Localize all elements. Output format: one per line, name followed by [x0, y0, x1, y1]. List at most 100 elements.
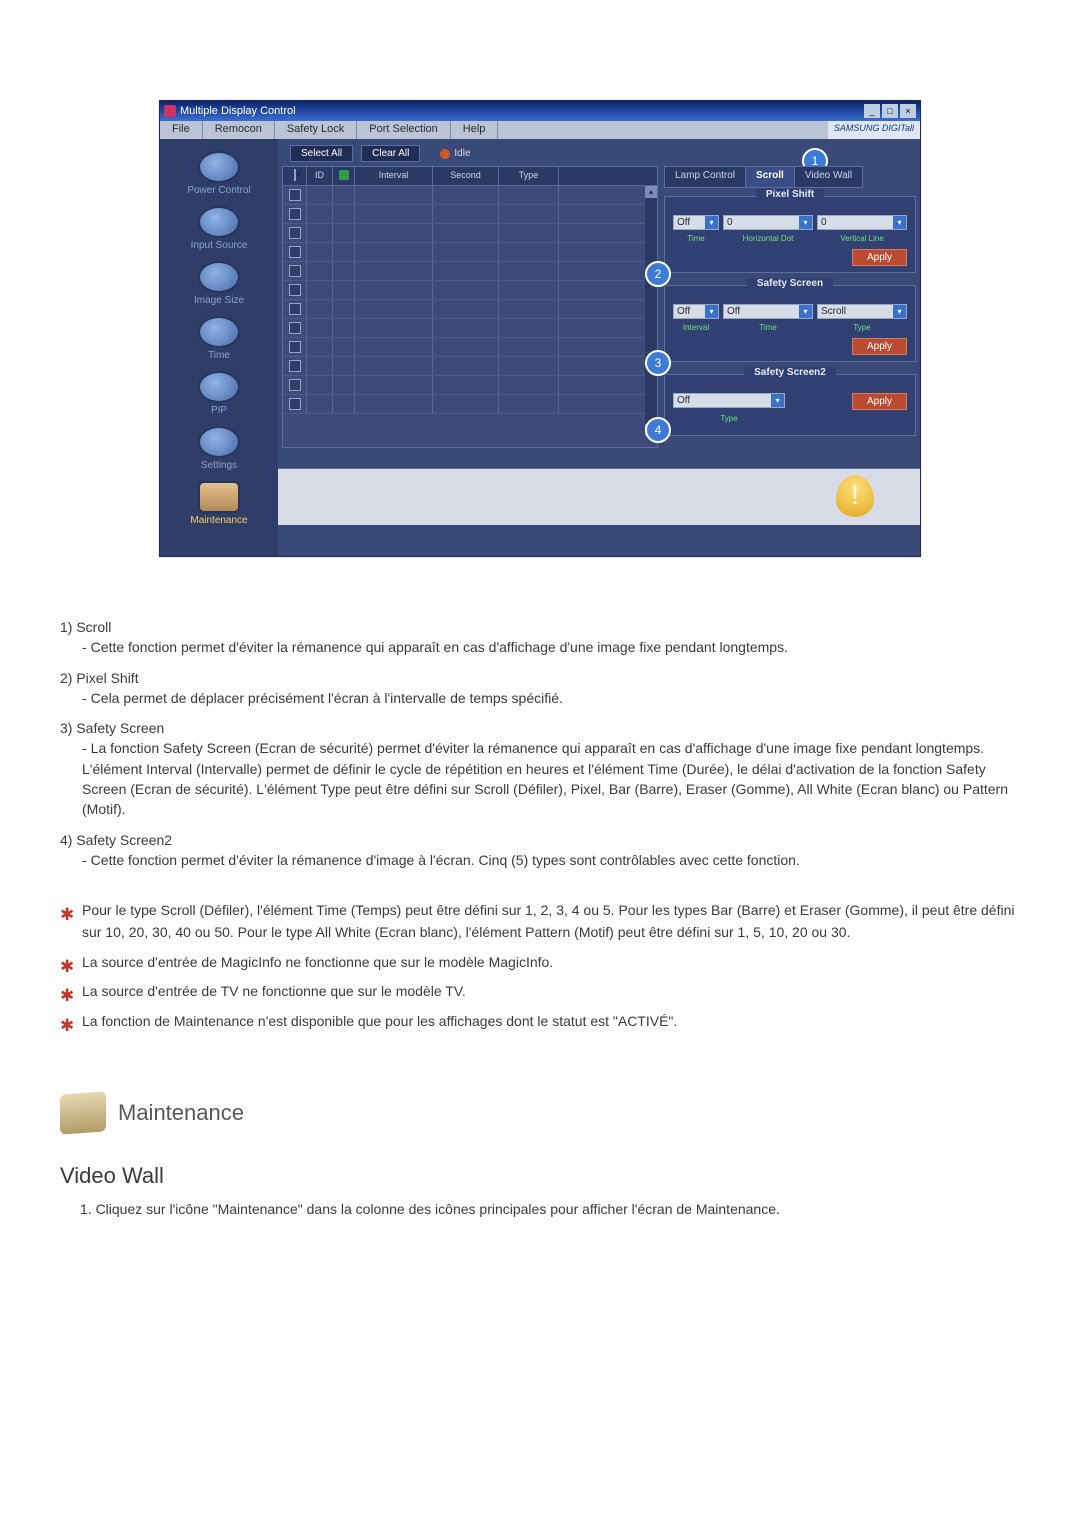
menu-safety-lock[interactable]: Safety Lock: [275, 121, 357, 139]
menu-help[interactable]: Help: [451, 121, 499, 139]
sidebar-item-image-size[interactable]: Image Size: [164, 261, 274, 306]
apply-button-pixel-shift[interactable]: Apply: [852, 249, 907, 266]
sidebar-item-maintenance[interactable]: Maintenance: [164, 481, 274, 526]
menu-file[interactable]: File: [160, 121, 203, 139]
titlebar: Multiple Display Control _ □ ×: [160, 101, 920, 121]
table-row[interactable]: [283, 205, 657, 224]
row-checkbox[interactable]: [289, 303, 301, 315]
row-checkbox[interactable]: [289, 360, 301, 372]
maximize-button[interactable]: □: [882, 104, 898, 118]
group-safety-screen: Safety Screen Off ▾ Off ▾: [664, 285, 916, 362]
row-checkbox[interactable]: [289, 246, 301, 258]
table-row[interactable]: [283, 357, 657, 376]
app-icon: [164, 105, 176, 117]
select-all-button[interactable]: Select All: [290, 145, 353, 162]
menu-port-selection[interactable]: Port Selection: [357, 121, 450, 139]
chevron-down-icon: ▾: [893, 305, 906, 318]
subsection-title: Video Wall: [60, 1163, 1020, 1189]
star-icon: ✱: [60, 1013, 74, 1039]
table-row[interactable]: [283, 281, 657, 300]
table-row[interactable]: [283, 319, 657, 338]
list-item-body: Cette fonction permet d'éviter la rémane…: [91, 639, 788, 655]
status-bar: !: [278, 468, 920, 525]
row-checkbox[interactable]: [289, 227, 301, 239]
table-row[interactable]: [283, 376, 657, 395]
list-item-body: Cela permet de déplacer précisément l'éc…: [91, 690, 563, 706]
row-checkbox[interactable]: [289, 189, 301, 201]
scroll-up-button[interactable]: ▴: [645, 186, 657, 198]
row-checkbox[interactable]: [289, 265, 301, 277]
list-item-body: La fonction Safety Screen (Ecran de sécu…: [82, 740, 1008, 817]
sidebar-item-input-source[interactable]: Input Source: [164, 206, 274, 251]
table-row[interactable]: [283, 338, 657, 357]
row-checkbox[interactable]: [289, 379, 301, 391]
sidebar-item-settings[interactable]: Settings: [164, 426, 274, 471]
sublabel: Interval: [673, 323, 719, 332]
pixel-shift-hdot-dropdown[interactable]: 0 ▾: [723, 215, 813, 230]
safety-screen2-type-dropdown[interactable]: Off ▾: [673, 393, 785, 408]
table-row[interactable]: [283, 243, 657, 262]
image-size-icon: [198, 261, 240, 293]
list-item-head: 4) Safety Screen2: [60, 830, 1020, 850]
header-checkbox[interactable]: [294, 169, 296, 181]
callout-4: 4: [645, 417, 671, 443]
sidebar-item-power-control[interactable]: Power Control: [164, 151, 274, 196]
pixel-shift-vline-dropdown[interactable]: 0 ▾: [817, 215, 907, 230]
tab-video-wall[interactable]: Video Wall: [794, 166, 863, 188]
note-text: La source d'entrée de MagicInfo ne fonct…: [82, 954, 553, 970]
settings-icon: [198, 426, 240, 458]
tab-lamp-control[interactable]: Lamp Control: [664, 166, 746, 188]
main-pane: Select All Clear All Idle ID In: [278, 139, 920, 556]
safety-screen-interval-dropdown[interactable]: Off ▾: [673, 304, 719, 319]
chevron-down-icon: ▾: [705, 305, 718, 318]
sidebar-item-label: Image Size: [164, 295, 274, 306]
table-row[interactable]: [283, 395, 657, 414]
window-title: Multiple Display Control: [180, 101, 864, 121]
callout-2: 2: [645, 261, 671, 287]
menubar: File Remocon Safety Lock Port Selection …: [160, 121, 920, 139]
sublabel: Type: [673, 414, 785, 423]
idle-indicator-icon: [440, 149, 450, 159]
pixel-shift-time-dropdown[interactable]: Off ▾: [673, 215, 719, 230]
minimize-button[interactable]: _: [864, 104, 880, 118]
maintenance-section-icon: [60, 1091, 106, 1134]
sidebar-item-time[interactable]: Time: [164, 316, 274, 361]
close-button[interactable]: ×: [900, 104, 916, 118]
table-row[interactable]: [283, 186, 657, 205]
apply-button-safety-screen2[interactable]: Apply: [852, 393, 907, 410]
section-title: Maintenance: [118, 1100, 244, 1126]
chevron-down-icon: ▾: [771, 394, 784, 407]
note-text: La fonction de Maintenance n'est disponi…: [82, 1013, 677, 1029]
dropdown-value: 0: [821, 217, 827, 228]
sublabel: Time: [723, 323, 813, 332]
apply-button-safety-screen[interactable]: Apply: [852, 338, 907, 355]
row-checkbox[interactable]: [289, 284, 301, 296]
col-id: ID: [307, 167, 333, 185]
section-header-maintenance: Maintenance: [60, 1093, 1020, 1133]
display-table: ID Interval Second Type ▴ ▾: [282, 166, 658, 448]
table-row[interactable]: [283, 300, 657, 319]
clear-all-button[interactable]: Clear All: [361, 145, 420, 162]
sidebar-item-pip[interactable]: PIP: [164, 371, 274, 416]
scrollbar[interactable]: ▴ ▾: [645, 186, 657, 436]
group-title: Pixel Shift: [756, 189, 824, 200]
sidebar-item-label: Settings: [164, 460, 274, 471]
sidebar-item-label: PIP: [164, 405, 274, 416]
list-item-head: 2) Pixel Shift: [60, 668, 1020, 688]
tab-scroll[interactable]: Scroll: [745, 166, 795, 188]
row-checkbox[interactable]: [289, 322, 301, 334]
list-item: 1) Scroll -Cette fonction permet d'évite…: [60, 617, 1020, 658]
safety-screen-type-dropdown[interactable]: Scroll ▾: [817, 304, 907, 319]
table-row[interactable]: [283, 262, 657, 281]
safety-screen-time-dropdown[interactable]: Off ▾: [723, 304, 813, 319]
sidebar-item-label: Time: [164, 350, 274, 361]
list-item-head: 1) Scroll: [60, 617, 1020, 637]
dropdown-value: Off: [677, 217, 690, 228]
menu-remocon[interactable]: Remocon: [203, 121, 275, 139]
list-item: 4) Safety Screen2 -Cette fonction permet…: [60, 830, 1020, 871]
row-checkbox[interactable]: [289, 341, 301, 353]
table-row[interactable]: [283, 224, 657, 243]
star-icon: ✱: [60, 983, 74, 1009]
row-checkbox[interactable]: [289, 208, 301, 220]
row-checkbox[interactable]: [289, 398, 301, 410]
